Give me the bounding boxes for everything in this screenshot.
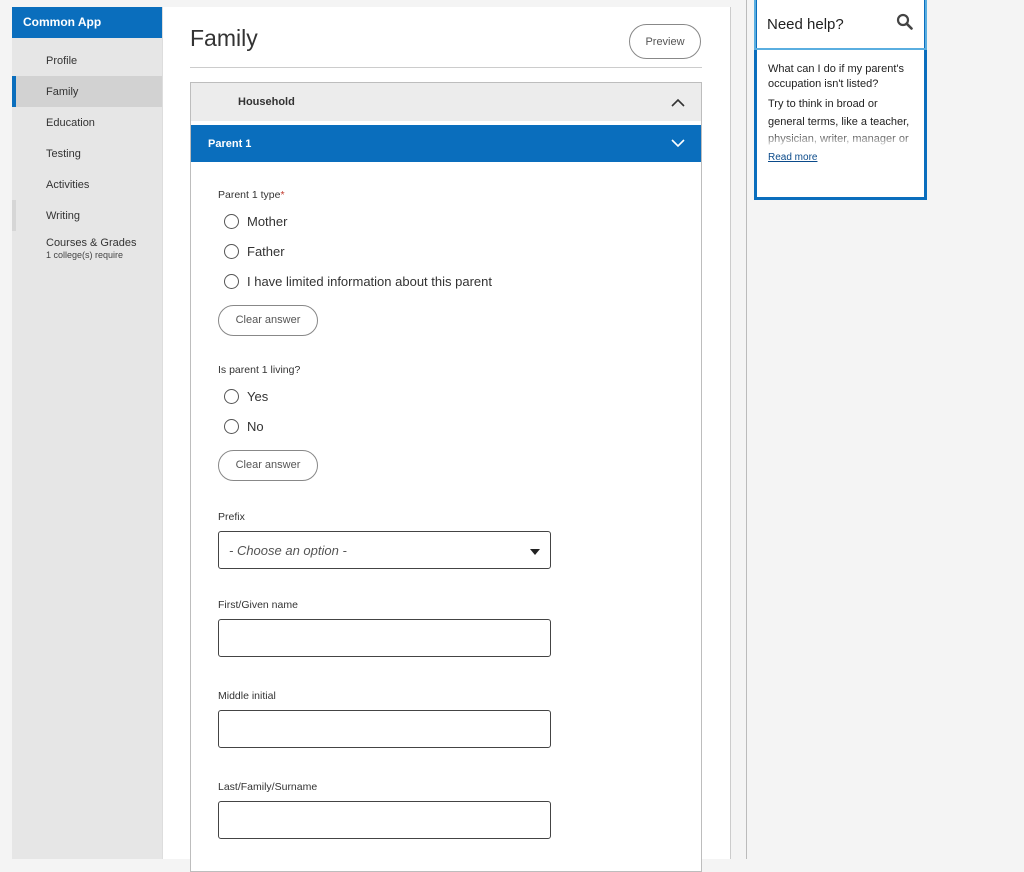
radio-button[interactable]	[224, 244, 239, 259]
radio-no[interactable]: No	[224, 419, 264, 434]
radio-father[interactable]: Father	[224, 244, 285, 259]
title-divider	[190, 67, 702, 68]
middle-initial-label: Middle initial	[218, 690, 276, 702]
chevron-up-icon[interactable]	[671, 98, 685, 107]
last-name-input[interactable]	[218, 801, 551, 839]
radio-label: Yes	[247, 389, 269, 404]
sidebar-item-label: Testing	[46, 147, 81, 160]
first-name-label: First/Given name	[218, 599, 298, 611]
parent1-section-header[interactable]: Parent 1	[191, 125, 701, 162]
prefix-select[interactable]: - Choose an option -	[218, 531, 551, 569]
radio-label: Mother	[247, 214, 288, 229]
main-panel: Family Preview Household Parent 1 Parent…	[162, 7, 731, 872]
sidebar-nav: Profile Family Education Testing Activit…	[12, 45, 175, 265]
sidebar-item-label: Education	[46, 116, 95, 129]
gutter-divider	[746, 0, 747, 859]
radio-limited-info[interactable]: I have limited information about this pa…	[224, 274, 492, 289]
sidebar-item-courses-grades[interactable]: Courses & Grades 1 college(s) require	[12, 231, 162, 265]
radio-button[interactable]	[224, 214, 239, 229]
read-more-link[interactable]: Read more	[768, 150, 912, 165]
help-title: Need help?	[767, 15, 844, 33]
required-mark: *	[280, 189, 285, 201]
household-section-title: Household	[238, 96, 295, 108]
help-header: Need help?	[754, 0, 927, 50]
parent-type-label-text: Parent 1 type	[218, 189, 281, 201]
preview-button[interactable]: Preview	[629, 24, 701, 59]
sidebar-item-label: Family	[46, 85, 79, 98]
radio-label: I have limited information about this pa…	[247, 274, 492, 289]
radio-button[interactable]	[224, 389, 239, 404]
parent1-section-title: Parent 1	[208, 137, 252, 150]
sidebar-item-writing[interactable]: Writing	[12, 200, 162, 231]
radio-button[interactable]	[224, 274, 239, 289]
radio-label: Father	[247, 244, 285, 259]
caret-down-icon	[530, 543, 540, 558]
sidebar-item-label: Activities	[46, 178, 90, 191]
prefix-select-value: - Choose an option -	[229, 542, 347, 558]
clear-parent-type-button[interactable]: Clear answer	[218, 305, 318, 336]
household-section-header[interactable]: Household	[191, 83, 701, 125]
form-card: Household Parent 1 Parent 1 type* Mother…	[190, 82, 702, 872]
help-answer: Try to think in broad or general terms, …	[768, 96, 912, 148]
sidebar-item-profile[interactable]: Profile	[12, 45, 162, 76]
sidebar-item-label: Writing	[46, 209, 81, 222]
first-name-input[interactable]	[218, 619, 551, 657]
sidebar-item-label: Profile	[46, 54, 78, 67]
help-question: What can I do if my parent's occupation …	[768, 63, 904, 90]
radio-yes[interactable]: Yes	[224, 389, 268, 404]
search-icon[interactable]	[896, 13, 913, 35]
middle-initial-input[interactable]	[218, 710, 551, 748]
sidebar-item-family[interactable]: Family	[12, 76, 175, 107]
page-title: Family	[190, 25, 258, 51]
help-panel: Need help? What can I do if my parent's …	[754, 0, 927, 200]
sidebar-item-education[interactable]: Education	[12, 107, 162, 138]
clear-living-button[interactable]: Clear answer	[218, 450, 318, 481]
chevron-down-icon[interactable]	[671, 139, 685, 148]
help-body: What can I do if my parent's occupation …	[757, 50, 924, 165]
radio-mother[interactable]: Mother	[224, 214, 287, 229]
prefix-label: Prefix	[218, 511, 245, 523]
parent-living-label: Is parent 1 living?	[218, 364, 301, 376]
sidebar-item-activities[interactable]: Activities	[12, 169, 162, 200]
parent-type-label: Parent 1 type*	[218, 189, 285, 201]
last-name-label: Last/Family/Surname	[218, 781, 318, 793]
radio-label: No	[247, 419, 264, 434]
radio-button[interactable]	[224, 419, 239, 434]
sidebar-item-label: Courses & Grades	[46, 236, 137, 249]
sidebar-item-testing[interactable]: Testing	[12, 138, 162, 169]
sidebar: Common App Profile Family Education Test…	[12, 7, 175, 859]
brand-header[interactable]: Common App	[12, 7, 162, 38]
sidebar-item-sublabel: 1 college(s) require	[46, 249, 124, 260]
